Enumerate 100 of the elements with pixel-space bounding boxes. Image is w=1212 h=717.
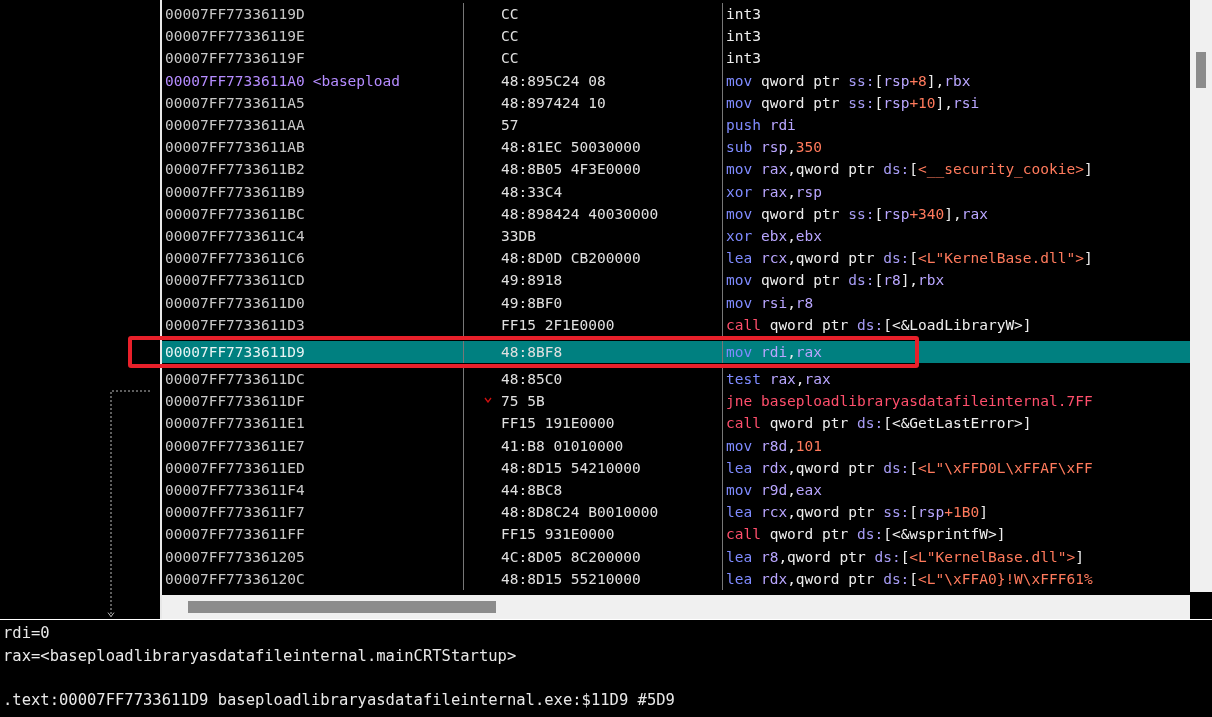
- instruction-text: xor rax,rsp: [725, 183, 824, 200]
- disassembly-row[interactable]: 00007FF7733611A0 <basepload 48:895C24 08 mov qword ptr ss:[rsp+8],rbx: [162, 69, 1190, 92]
- instruction-text: mov qword ptr ss:[rsp+340],rax: [725, 205, 989, 222]
- bytes-text: 48:81EC 50030000: [501, 139, 641, 156]
- bytes-text: 48:897424 10: [501, 94, 606, 111]
- bytes-text: 48:8BF8: [501, 343, 563, 360]
- address-text: 00007FF7733611F4: [165, 482, 305, 499]
- instruction-text: mov rdi,rax: [725, 343, 824, 360]
- disassembly-row[interactable]: 00007FF7733611ED 48:8D15 54210000 lea rdx,qword ptr ds:[<L"\xFFD0L\xFFAF\xFF: [162, 456, 1190, 479]
- disassembly-row[interactable]: 00007FF773361205 4C:8D05 8C200000 lea r8,qword ptr ds:[<L"KernelBase.dll">]: [162, 545, 1190, 568]
- instruction-text: int3: [725, 28, 762, 45]
- address-text: 00007FF7733611DF: [165, 393, 305, 410]
- bytes-text: FF15 931E0000: [501, 526, 615, 543]
- instruction-text: test rax,rax: [725, 371, 832, 388]
- bytes-text: 57: [501, 117, 519, 134]
- address-text: 00007FF7733611AB: [165, 139, 305, 156]
- disassembly-row[interactable]: 00007FF7733611B9 48:33C4 xor rax,rsp: [162, 180, 1190, 203]
- address-text: 00007FF77336119F: [165, 50, 305, 67]
- disassembly-row[interactable]: 00007FF7733611E1 FF15 191E0000 call qword ptr ds:[<&GetLastError>]: [162, 412, 1190, 435]
- instruction-text: lea rcx,qword ptr ds:[<L"KernelBase.dll">]: [725, 250, 1094, 267]
- bytes-text: CC: [501, 6, 519, 23]
- instruction-text: mov qword ptr ss:[rsp+10],rsi: [725, 94, 981, 111]
- address-text: 00007FF7733611FF: [165, 526, 305, 543]
- disassembly-row[interactable]: 00007FF7733611AB 48:81EC 50030000 sub rsp,350: [162, 136, 1190, 159]
- address-text: 00007FF7733611F7: [165, 504, 305, 521]
- address-text: 00007FF7733611B9: [165, 183, 305, 200]
- address-text: 00007FF7733611AA: [165, 117, 305, 134]
- bytes-text: 48:895C24 08: [501, 72, 606, 89]
- address-text: 00007FF77336120C: [165, 570, 305, 587]
- address-text: 00007FF7733611A0: [165, 72, 305, 89]
- bytes-text: 48:8B05 4F3E0000: [501, 161, 641, 178]
- address-text: 00007FF7733611CD: [165, 272, 305, 289]
- instruction-text: lea rdx,qword ptr ds:[<L"\xFFA0}!W\xFFF61%: [725, 570, 1094, 587]
- instruction-text: lea rdx,qword ptr ds:[<L"\xFFD0L\xFFAF\xFF: [725, 459, 1094, 476]
- address-text: 00007FF7733611C6: [165, 250, 305, 267]
- instruction-text: lea r8,qword ptr ds:[<L"KernelBase.dll">]: [725, 548, 1085, 565]
- address-text: 00007FF7733611E1: [165, 415, 305, 432]
- address-text: 00007FF7733611D0: [165, 294, 305, 311]
- bytes-text: 48:8D15 54210000: [501, 459, 641, 476]
- bytes-text: 48:85C0: [501, 371, 563, 388]
- disassembly-row[interactable]: 00007FF77336119D CC int3: [162, 3, 1190, 26]
- instruction-text: mov r9d,eax: [725, 482, 824, 499]
- label-text: <basepload: [312, 72, 400, 89]
- bytes-text: 75 5B: [501, 393, 545, 410]
- bytes-text: FF15 191E0000: [501, 415, 615, 432]
- address-text: 00007FF7733611ED: [165, 459, 305, 476]
- bytes-text: 48:8D8C24 B0010000: [501, 504, 659, 521]
- bytes-text: 49:8BF0: [501, 294, 563, 311]
- disassembly-row[interactable]: 00007FF7733611F7 48:8D8C24 B0010000 lea rcx,qword ptr ss:[rsp+1B0]: [162, 501, 1190, 524]
- instruction-text: jne baseploadlibraryasdatafileinternal.7FF: [725, 393, 1094, 410]
- instruction-text: int3: [725, 6, 762, 23]
- bytes-text: CC: [501, 50, 519, 67]
- disassembly-row[interactable]: 00007FF7733611C4 33DB xor ebx,ebx: [162, 224, 1190, 248]
- instruction-text: call qword ptr ds:[<&LoadLibraryW>]: [725, 316, 1033, 333]
- bytes-text: FF15 2F1E0000: [501, 316, 615, 333]
- address-text: 00007FF7733611A5: [165, 94, 305, 111]
- disassembly-row[interactable]: 00007FF7733611D9 48:8BF8 mov rdi,rax: [162, 340, 1190, 363]
- disassembly-row[interactable]: 00007FF7733611C6 48:8D0D CB200000 lea rcx,qword ptr ds:[<L"KernelBase.dll">]: [162, 247, 1190, 270]
- disassembly-row[interactable]: 00007FF7733611AA 57 push rdi: [162, 113, 1190, 137]
- instruction-text: xor ebx,ebx: [725, 227, 824, 244]
- address-text: 00007FF773361205: [165, 548, 305, 565]
- instruction-text: mov qword ptr ds:[r8],rbx: [725, 272, 946, 289]
- info-line: rdi=0: [3, 623, 51, 644]
- scrollbar-thumb[interactable]: [1196, 52, 1206, 88]
- horizontal-scrollbar[interactable]: [162, 595, 1190, 619]
- disassembly-row[interactable]: 00007FF7733611FF FF15 931E0000 call qword ptr ds:[<&wsprintfW>]: [162, 523, 1190, 546]
- vertical-scrollbar[interactable]: [1190, 0, 1212, 592]
- disassembly-row[interactable]: 00007FF77336120C 48:8D15 55210000 lea rdx,qword ptr ds:[<L"\xFFA0}!W\xFFF61%: [162, 567, 1190, 590]
- disassembly-row[interactable]: 00007FF77336119E CC int3: [162, 25, 1190, 48]
- disassembly-row[interactable]: 00007FF7733611DF 75 5B jne baseploadlibraryasdatafileinternal.7FF: [162, 390, 1190, 413]
- instruction-text: mov qword ptr ss:[rsp+8],rbx: [725, 72, 972, 89]
- bytes-text: 41:B8 01010000: [501, 437, 624, 454]
- instruction-text: mov rax,qword ptr ds:[<__security_cookie>]: [725, 161, 1094, 178]
- address-text: 00007FF7733611DC: [165, 371, 305, 388]
- scrollbar-thumb[interactable]: [188, 601, 496, 613]
- disassembly-row[interactable]: 00007FF7733611A5 48:897424 10 mov qword ptr ss:[rsp+10],rsi: [162, 91, 1190, 114]
- bytes-text: 44:8BC8: [501, 482, 563, 499]
- address-text: 00007FF7733611BC: [165, 205, 305, 222]
- disassembly-row[interactable]: 00007FF7733611BC 48:898424 40030000 mov qword ptr ss:[rsp+340],rax: [162, 202, 1190, 225]
- instruction-text: mov rsi,r8: [725, 294, 815, 311]
- disassembly-row[interactable]: 00007FF7733611D3 FF15 2F1E0000 call qword ptr ds:[<&LoadLibraryW>]: [162, 313, 1190, 336]
- instruction-text: int3: [725, 50, 762, 67]
- bytes-text: 48:33C4: [501, 183, 563, 200]
- instruction-text: call qword ptr ds:[<&wsprintfW>]: [725, 526, 1007, 543]
- bytes-text: 48:8D0D CB200000: [501, 250, 641, 267]
- disassembly-row[interactable]: 00007FF77336119F CC int3: [162, 47, 1190, 70]
- disassembly-row[interactable]: 00007FF7733611CD 49:8918 mov qword ptr ds:[r8],rbx: [162, 269, 1190, 292]
- instruction-text: sub rsp,350: [725, 139, 824, 156]
- instruction-text: push rdi: [725, 117, 797, 134]
- disassembly-row[interactable]: 00007FF7733611F4 44:8BC8 mov r9d,eax: [162, 478, 1190, 502]
- disassembly-row[interactable]: 00007FF7733611B2 48:8B05 4F3E0000 mov rax,qword ptr ds:[<__security_cookie>]: [162, 158, 1190, 181]
- address-text: 00007FF77336119D: [165, 6, 305, 23]
- address-text: 00007FF7733611D3: [165, 316, 305, 333]
- address-text: 00007FF7733611D9: [165, 343, 305, 360]
- disassembly-row[interactable]: 00007FF7733611E7 41:B8 01010000 mov r8d,101: [162, 434, 1190, 457]
- info-line: rax=<baseploadlibraryasdatafileinternal.mainCRTStartup>: [3, 646, 518, 667]
- disassembly-row[interactable]: 00007FF7733611D0 49:8BF0 mov rsi,r8: [162, 291, 1190, 314]
- instruction-text: call qword ptr ds:[<&GetLastError>]: [725, 415, 1033, 432]
- address-text: 00007FF77336119E: [165, 28, 305, 45]
- disassembly-row[interactable]: 00007FF7733611DC 48:85C0 test rax,rax: [162, 368, 1190, 391]
